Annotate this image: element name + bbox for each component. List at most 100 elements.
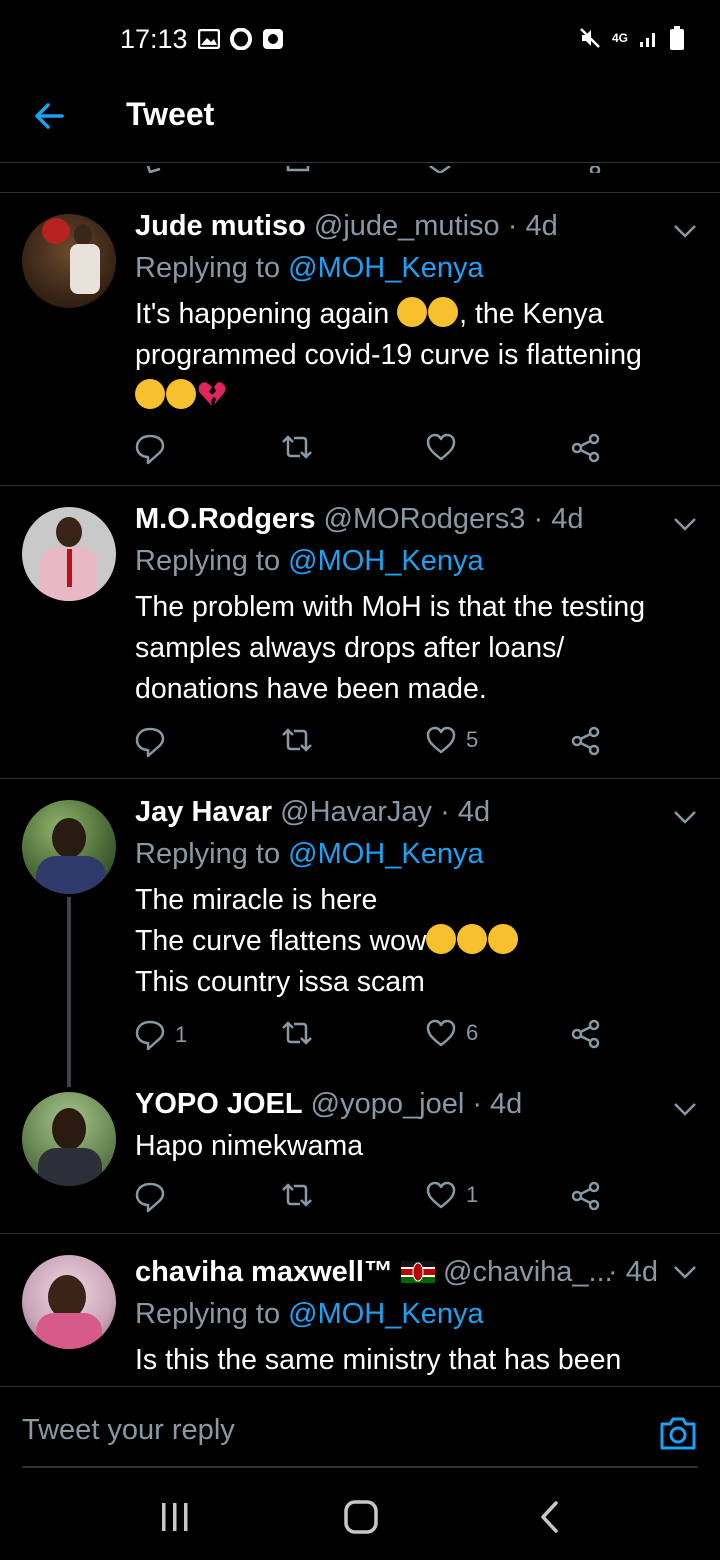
kenya-flag-icon: [400, 1261, 435, 1283]
tweet-divider: [0, 485, 720, 486]
chevron-down-icon[interactable]: [672, 221, 698, 241]
share-button[interactable]: [571, 433, 601, 463]
author-handle[interactable]: @jude_mutiso: [314, 210, 500, 242]
status-system-icons: 4G: [578, 26, 684, 50]
reply-button[interactable]: [135, 1181, 175, 1213]
replying-to-handle[interactable]: @MOH_Kenya: [288, 1298, 483, 1330]
tears-of-joy-emoji-icon: [457, 924, 488, 954]
app-notification-icon: [263, 29, 283, 49]
like-button[interactable]: 5: [426, 726, 478, 754]
like-icon: [426, 726, 456, 754]
battery-icon: [670, 26, 684, 50]
share-icon: [571, 1019, 600, 1049]
recent-apps-icon[interactable]: [160, 1497, 190, 1537]
share-icon: [571, 433, 600, 463]
tweet-time: · 4d: [472, 1088, 523, 1120]
tweet-actions: 5: [135, 726, 615, 766]
avatar[interactable]: [22, 800, 116, 894]
reply-icon: [135, 1020, 165, 1051]
share-icon: [571, 726, 600, 756]
tears-of-joy-emoji-icon: [135, 379, 165, 409]
thread-line: [67, 897, 71, 1087]
author-name[interactable]: Jude mutiso: [135, 210, 306, 242]
reply-input[interactable]: Tweet your reply: [22, 1414, 235, 1447]
tears-of-joy-emoji-icon: [426, 924, 457, 954]
tweet-item[interactable]: chaviha maxwell™ @chaviha_... · 4d Reply…: [0, 1234, 720, 1386]
back-nav-icon[interactable]: [538, 1497, 562, 1537]
tweet-actions: [135, 433, 615, 473]
retweet-button[interactable]: [280, 1019, 324, 1047]
chevron-down-icon[interactable]: [672, 1099, 698, 1119]
back-arrow-icon[interactable]: [30, 96, 70, 136]
author-handle[interactable]: @HavarJay: [280, 796, 432, 828]
chevron-down-icon[interactable]: [672, 807, 698, 827]
chevron-down-icon[interactable]: [672, 514, 698, 534]
previous-tweet-actions: [140, 163, 620, 173]
tweet-actions: 1: [135, 1181, 615, 1221]
author-handle[interactable]: @yopo_joel: [311, 1088, 465, 1120]
retweet-icon: [282, 435, 312, 459]
reply-icon: [135, 434, 165, 465]
tweet-divider: [0, 192, 720, 193]
tweet-header: YOPO JOEL @yopo_joel · 4d: [135, 1088, 522, 1121]
tweet-header: chaviha maxwell™ @chaviha_...: [135, 1256, 613, 1289]
broken-heart-emoji-icon: [198, 382, 226, 406]
author-handle[interactable]: @chaviha_...: [443, 1256, 613, 1288]
author-name[interactable]: Jay Havar: [135, 796, 272, 828]
retweet-button[interactable]: [280, 433, 324, 461]
reply-icon: [135, 727, 165, 758]
camera-icon[interactable]: [658, 1414, 698, 1452]
replying-to: Replying to @MOH_Kenya: [135, 1298, 484, 1330]
avatar[interactable]: [22, 1092, 116, 1186]
smiling-emoji-icon: [397, 297, 428, 327]
smiling-emoji-icon: [428, 297, 459, 327]
like-button[interactable]: 1: [426, 1181, 478, 1209]
tweet-time: · 4d: [440, 796, 491, 828]
reply-icon: [135, 1182, 165, 1213]
like-count: 5: [466, 727, 479, 752]
reply-button[interactable]: [135, 433, 175, 465]
reply-button[interactable]: 1: [135, 1019, 187, 1051]
replying-to-handle[interactable]: @MOH_Kenya: [288, 838, 483, 870]
chevron-down-icon[interactable]: [672, 1262, 698, 1282]
tweet-time: · 4d: [608, 1256, 658, 1288]
retweet-button[interactable]: [280, 1181, 324, 1209]
author-name[interactable]: chaviha maxwell™: [135, 1256, 393, 1288]
like-icon: [426, 1019, 456, 1047]
share-button[interactable]: [571, 1181, 601, 1211]
author-name[interactable]: YOPO JOEL: [135, 1088, 303, 1120]
replying-to-handle[interactable]: @MOH_Kenya: [288, 252, 483, 284]
avatar[interactable]: [22, 1255, 116, 1349]
share-button[interactable]: [571, 1019, 601, 1049]
replying-to: Replying to @MOH_Kenya: [135, 545, 484, 577]
retweet-icon: [282, 1021, 312, 1045]
page-title: Tweet: [126, 96, 215, 132]
like-icon: [426, 433, 456, 461]
replying-to: Replying to @MOH_Kenya: [135, 252, 484, 284]
tweet-header: M.O.Rodgers @MORodgers3 · 4d: [135, 503, 583, 536]
gallery-icon: [198, 29, 220, 49]
tweet-text: It's happening again , the Kenya program…: [135, 294, 695, 417]
tweet-text: Hapo nimekwama: [135, 1130, 364, 1162]
like-count: 6: [466, 1020, 479, 1045]
opera-icon: [230, 28, 252, 50]
tweet-time: · 4d: [507, 210, 558, 242]
replying-to-handle[interactable]: @MOH_Kenya: [288, 545, 483, 577]
home-icon[interactable]: [343, 1497, 379, 1537]
author-handle[interactable]: @MORodgers3: [324, 503, 526, 535]
share-button[interactable]: [571, 726, 601, 756]
share-icon: [571, 1181, 600, 1211]
retweet-button[interactable]: [280, 726, 324, 754]
reply-button[interactable]: [135, 726, 175, 758]
avatar[interactable]: [22, 214, 116, 308]
tweet-text: The miracle is here The curve flattens w…: [135, 880, 695, 1003]
status-notification-icons: [198, 28, 284, 50]
tweet-header: Jay Havar @HavarJay · 4d: [135, 796, 490, 829]
avatar[interactable]: [22, 507, 116, 601]
tweet-header: Jude mutiso @jude_mutiso · 4d: [135, 210, 558, 243]
like-icon: [426, 1181, 456, 1209]
author-name[interactable]: M.O.Rodgers: [135, 503, 315, 535]
like-button[interactable]: [426, 433, 466, 461]
tweet-text: Is this the same ministry that has been: [135, 1344, 622, 1376]
like-button[interactable]: 6: [426, 1019, 478, 1047]
